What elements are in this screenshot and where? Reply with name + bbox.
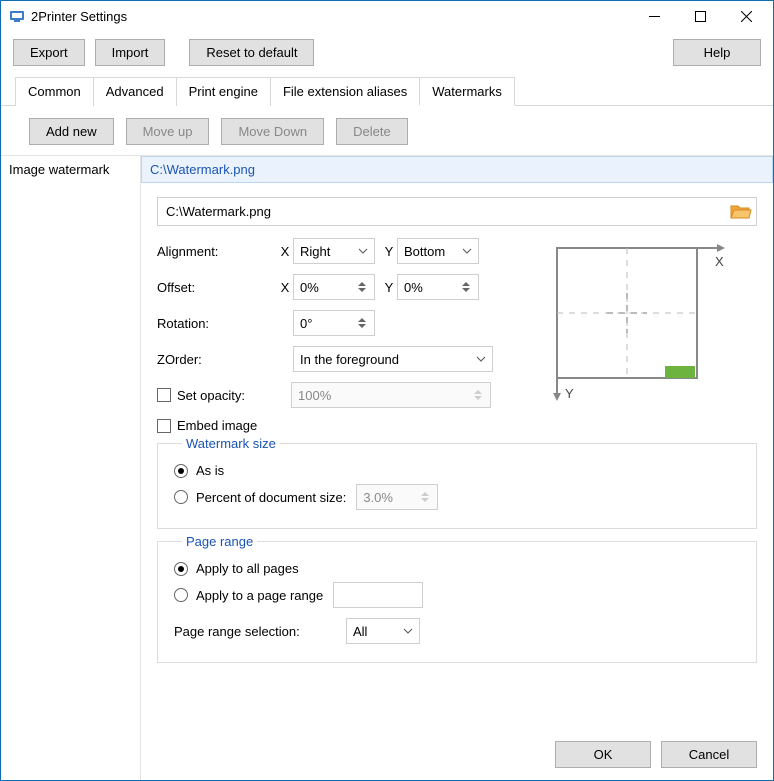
rotation-spinner[interactable]: 0° <box>293 310 375 336</box>
tab-strip: Common Advanced Print engine File extens… <box>1 76 773 106</box>
move-up-button[interactable]: Move up <box>126 118 210 145</box>
size-asis-label: As is <box>196 463 224 478</box>
minimize-button[interactable] <box>631 1 677 31</box>
main-toolbar: Export Import Reset to default Help <box>1 31 773 76</box>
watermark-size-group: Watermark size As is Percent of document… <box>157 443 757 529</box>
alignment-label: Alignment: <box>157 244 277 259</box>
range-all-radio[interactable] <box>174 562 188 576</box>
zorder-label: ZOrder: <box>157 352 277 367</box>
range-all-label: Apply to all pages <box>196 561 299 576</box>
window-title: 2Printer Settings <box>31 9 631 24</box>
offset-label: Offset: <box>157 280 277 295</box>
offset-y-label: Y <box>381 280 397 295</box>
align-x-select[interactable]: Right <box>293 238 375 264</box>
close-button[interactable] <box>723 1 769 31</box>
x-label: X <box>277 244 293 259</box>
ok-button[interactable]: OK <box>555 741 651 768</box>
add-new-button[interactable]: Add new <box>29 118 114 145</box>
content-pane: C:\Watermark.png Alignment: X <box>141 156 773 780</box>
cancel-button[interactable]: Cancel <box>661 741 757 768</box>
size-legend: Watermark size <box>182 436 280 451</box>
import-button[interactable]: Import <box>95 39 166 66</box>
size-asis-radio[interactable] <box>174 464 188 478</box>
zorder-select[interactable]: In the foreground <box>293 346 493 372</box>
embed-label: Embed image <box>177 418 257 433</box>
embed-checkbox[interactable] <box>157 419 171 433</box>
watermark-list: Image watermark <box>1 156 141 780</box>
range-selection-label: Page range selection: <box>174 624 346 639</box>
titlebar: 2Printer Settings <box>1 1 773 31</box>
path-row <box>157 197 757 226</box>
opacity-label: Set opacity: <box>177 388 275 403</box>
watermark-toolbar: Add new Move up Move Down Delete <box>1 106 773 156</box>
size-percent-spinner[interactable]: 3.0% <box>356 484 438 510</box>
export-button[interactable]: Export <box>13 39 85 66</box>
align-y-select[interactable]: Bottom <box>397 238 479 264</box>
details-panel: Alignment: X Right Y Bottom <box>141 183 773 683</box>
tab-advanced[interactable]: Advanced <box>93 77 177 106</box>
size-percent-label: Percent of document size: <box>196 490 346 505</box>
offset-x-spinner[interactable]: 0% <box>293 274 375 300</box>
size-percent-radio[interactable] <box>174 490 188 504</box>
reset-button[interactable]: Reset to default <box>189 39 314 66</box>
alignment-preview: X Y <box>547 238 727 408</box>
delete-button[interactable]: Delete <box>336 118 408 145</box>
offset-x-label: X <box>277 280 293 295</box>
range-input[interactable] <box>333 582 423 608</box>
page-range-group: Page range Apply to all pages Apply to a… <box>157 541 757 663</box>
y-axis-label: Y <box>565 386 574 401</box>
tab-file-ext[interactable]: File extension aliases <box>270 77 420 106</box>
main-layout: Image watermark C:\Watermark.png Alignm <box>1 156 773 780</box>
tab-watermarks[interactable]: Watermarks <box>419 77 515 106</box>
tab-common[interactable]: Common <box>15 77 94 106</box>
settings-window: 2Printer Settings Export Import Reset to… <box>0 0 774 781</box>
app-icon <box>9 8 25 24</box>
offset-y-spinner[interactable]: 0% <box>397 274 479 300</box>
opacity-checkbox[interactable] <box>157 388 171 402</box>
browse-icon[interactable] <box>728 200 752 224</box>
rotation-label: Rotation: <box>157 316 277 331</box>
range-custom-label: Apply to a page range <box>196 588 323 603</box>
range-custom-radio[interactable] <box>174 588 188 602</box>
range-selection-select[interactable]: All <box>346 618 420 644</box>
move-down-button[interactable]: Move Down <box>221 118 324 145</box>
path-input[interactable] <box>158 198 728 225</box>
x-axis-label: X <box>715 254 724 269</box>
selected-path-header: C:\Watermark.png <box>141 156 773 183</box>
help-button[interactable]: Help <box>673 39 761 66</box>
list-item[interactable]: Image watermark <box>1 156 140 183</box>
maximize-button[interactable] <box>677 1 723 31</box>
dialog-footer: OK Cancel <box>141 729 773 780</box>
opacity-spinner[interactable]: 100% <box>291 382 491 408</box>
range-legend: Page range <box>182 534 257 549</box>
y-label: Y <box>381 244 397 259</box>
tab-print-engine[interactable]: Print engine <box>176 77 271 106</box>
